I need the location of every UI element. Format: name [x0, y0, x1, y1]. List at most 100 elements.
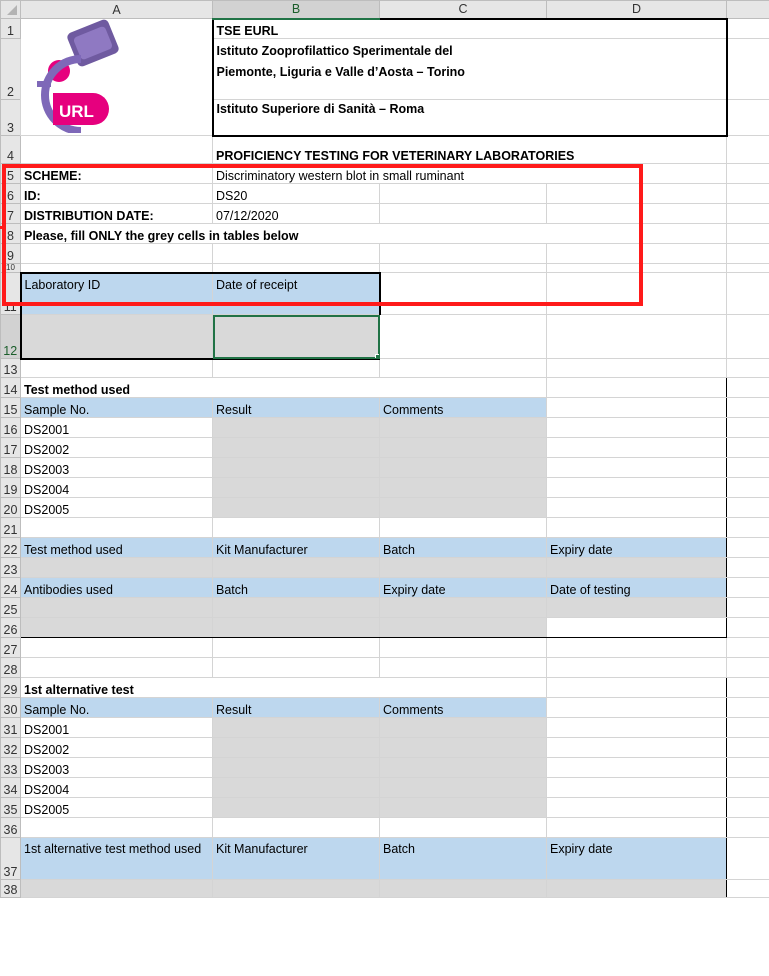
- cell[interactable]: [546, 497, 727, 518]
- cell[interactable]: [546, 797, 727, 818]
- cell[interactable]: [379, 358, 547, 378]
- ab-expiry-input[interactable]: [379, 597, 547, 618]
- cell[interactable]: [546, 637, 727, 658]
- lab-id-input[interactable]: [19, 314, 213, 360]
- comments-input[interactable]: [379, 737, 547, 758]
- cell[interactable]: [546, 737, 727, 758]
- ab-batch-input[interactable]: [212, 597, 380, 618]
- row-header[interactable]: 19: [0, 477, 21, 498]
- row-header[interactable]: 28: [0, 657, 21, 678]
- cell[interactable]: [546, 263, 727, 273]
- cell[interactable]: [20, 135, 213, 164]
- result-input[interactable]: [212, 797, 380, 818]
- row-header[interactable]: 26: [0, 617, 21, 638]
- row-header[interactable]: 11: [0, 272, 21, 315]
- row-header[interactable]: 30: [0, 697, 21, 718]
- result-input[interactable]: [212, 777, 380, 798]
- row-header[interactable]: 12: [0, 314, 21, 359]
- cell[interactable]: [546, 717, 727, 738]
- row-header[interactable]: 13: [0, 358, 21, 378]
- row-header[interactable]: 29: [0, 677, 21, 698]
- cell[interactable]: [212, 243, 380, 264]
- row-header[interactable]: 35: [0, 797, 21, 818]
- row-header[interactable]: 24: [0, 577, 21, 598]
- cell[interactable]: [546, 272, 727, 315]
- comments-input[interactable]: [379, 417, 547, 438]
- result-input[interactable]: [212, 477, 380, 498]
- row-header[interactable]: 10: [0, 263, 21, 273]
- row-header[interactable]: 2: [0, 38, 21, 100]
- row-header[interactable]: 17: [0, 437, 21, 458]
- row-header[interactable]: 3: [0, 98, 21, 137]
- row-header[interactable]: 9: [0, 243, 21, 264]
- cell[interactable]: [212, 817, 380, 838]
- date-testing-input[interactable]: [546, 597, 727, 618]
- comments-input[interactable]: [379, 477, 547, 498]
- row-header[interactable]: 33: [0, 757, 21, 778]
- select-all-corner[interactable]: [0, 0, 21, 19]
- cell[interactable]: [546, 757, 727, 778]
- row-header[interactable]: 27: [0, 637, 21, 658]
- comments-input[interactable]: [379, 457, 547, 478]
- test-method-input[interactable]: [20, 557, 213, 578]
- comments-input[interactable]: [379, 497, 547, 518]
- cell[interactable]: [20, 657, 213, 678]
- comments-input[interactable]: [379, 717, 547, 738]
- cell[interactable]: [546, 477, 727, 498]
- row-header[interactable]: 7: [0, 203, 21, 224]
- cell[interactable]: [20, 637, 213, 658]
- result-input[interactable]: [212, 497, 380, 518]
- row-header[interactable]: 31: [0, 717, 21, 738]
- row-header[interactable]: 25: [0, 597, 21, 618]
- cell[interactable]: [546, 777, 727, 798]
- row-header[interactable]: 36: [0, 817, 21, 838]
- cell[interactable]: [546, 457, 727, 478]
- cell[interactable]: [546, 437, 727, 458]
- comments-input[interactable]: [379, 757, 547, 778]
- cell[interactable]: [212, 263, 380, 273]
- row-header[interactable]: 1: [0, 17, 21, 40]
- row-header[interactable]: 18: [0, 457, 21, 478]
- cell[interactable]: [379, 817, 547, 838]
- cell[interactable]: [379, 183, 547, 204]
- cell[interactable]: [546, 677, 727, 698]
- cell[interactable]: [20, 517, 213, 538]
- cell[interactable]: [379, 203, 547, 224]
- row-header[interactable]: 38: [0, 879, 21, 898]
- comments-input[interactable]: [379, 797, 547, 818]
- result-input[interactable]: [212, 737, 380, 758]
- ab-batch-input[interactable]: [212, 617, 380, 638]
- cell[interactable]: [20, 358, 213, 378]
- cell[interactable]: [212, 637, 380, 658]
- row-header[interactable]: 15: [0, 397, 21, 418]
- column-header-b[interactable]: B: [212, 0, 380, 20]
- ab-expiry-input[interactable]: [379, 617, 547, 638]
- cell[interactable]: [212, 358, 380, 378]
- cell[interactable]: [546, 817, 727, 838]
- cell[interactable]: [546, 183, 727, 204]
- column-header-d[interactable]: D: [546, 0, 727, 19]
- comments-input[interactable]: [379, 777, 547, 798]
- cell[interactable]: [546, 397, 727, 418]
- alt-test-method-input[interactable]: [20, 879, 213, 898]
- cell[interactable]: [546, 243, 727, 264]
- cell[interactable]: [546, 697, 727, 718]
- date-receipt-input[interactable]: [212, 314, 380, 360]
- batch-input[interactable]: [379, 557, 547, 578]
- cell[interactable]: [212, 657, 380, 678]
- column-header-a[interactable]: A: [20, 0, 213, 19]
- cell[interactable]: [546, 203, 727, 224]
- cell[interactable]: [546, 314, 727, 359]
- row-header[interactable]: 6: [0, 183, 21, 204]
- row-header[interactable]: 16: [0, 417, 21, 438]
- row-header[interactable]: 37: [0, 837, 21, 880]
- cell[interactable]: [379, 272, 547, 315]
- result-input[interactable]: [212, 757, 380, 778]
- row-header[interactable]: 14: [0, 377, 21, 398]
- row-header[interactable]: 23: [0, 557, 21, 578]
- kit-manufacturer-input[interactable]: [212, 557, 380, 578]
- antibodies-input[interactable]: [20, 617, 213, 638]
- result-input[interactable]: [212, 457, 380, 478]
- cell[interactable]: [379, 637, 547, 658]
- result-input[interactable]: [212, 717, 380, 738]
